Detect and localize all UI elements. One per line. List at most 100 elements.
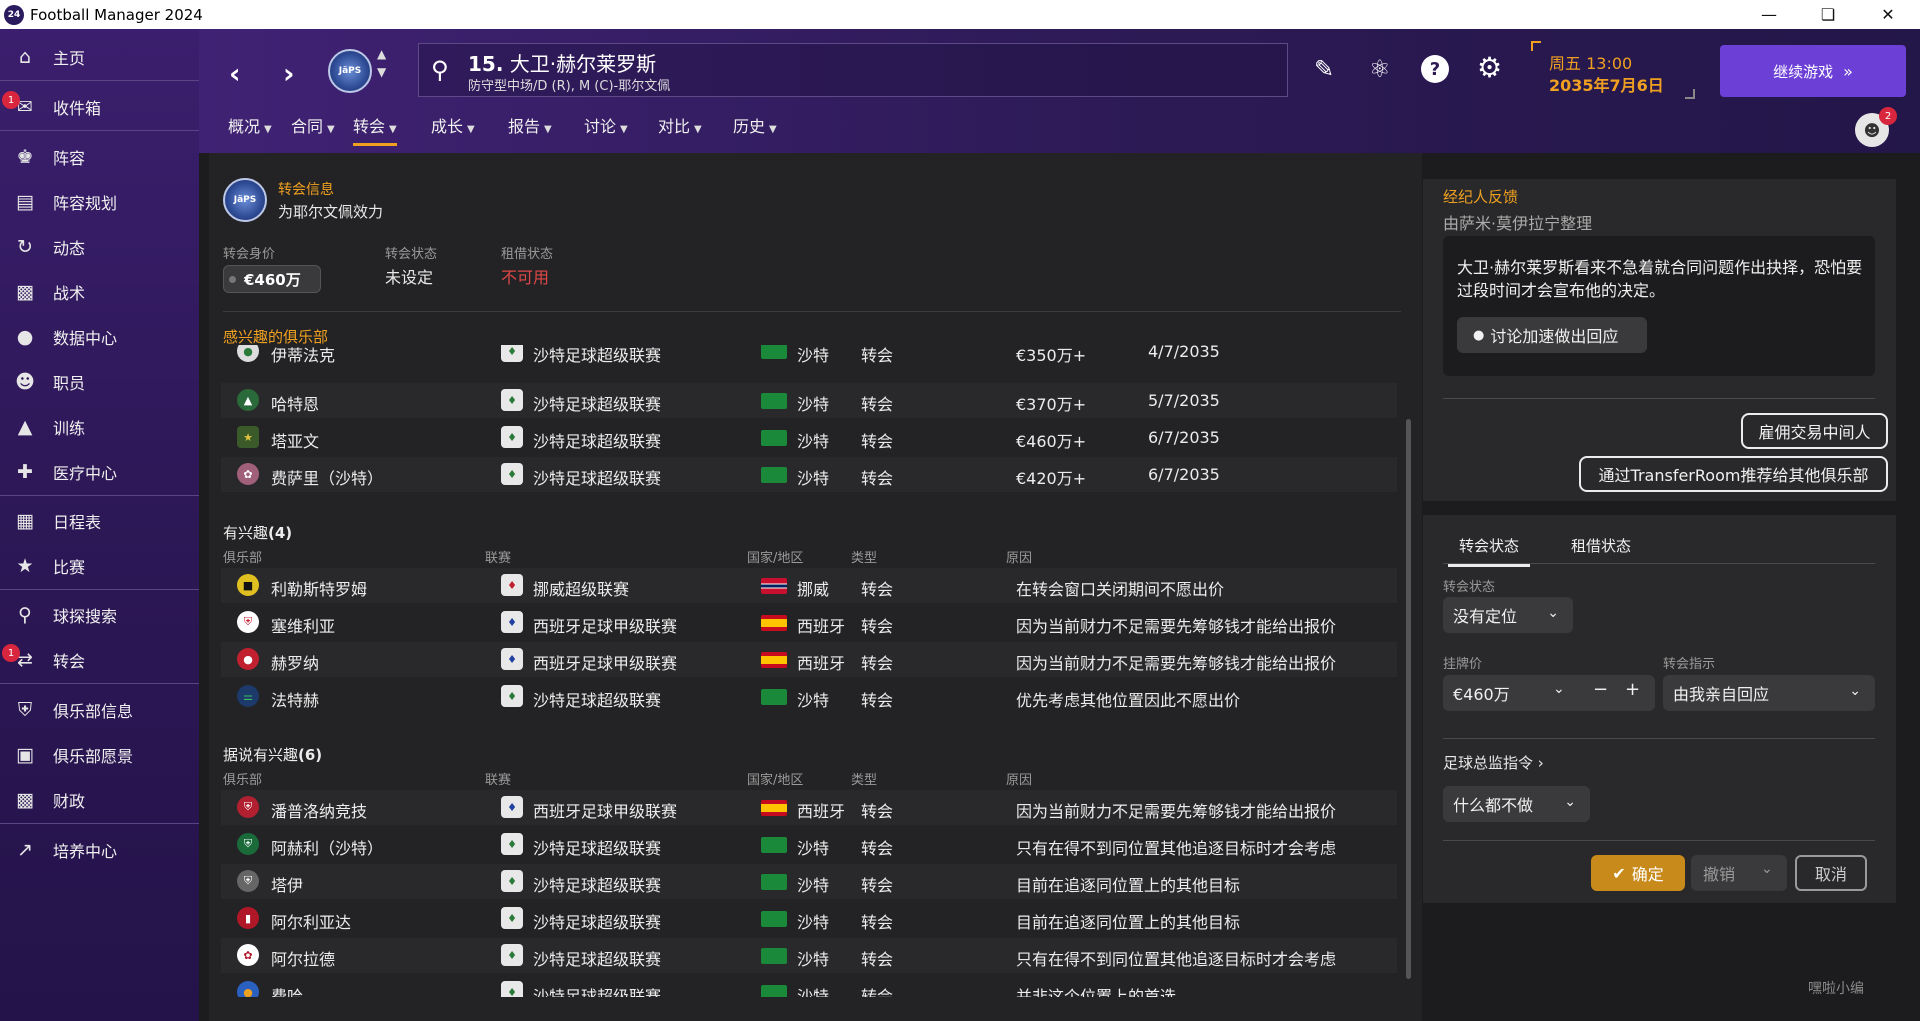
col-type[interactable]: 类型 [851, 769, 877, 788]
col-type[interactable]: 类型 [851, 547, 877, 566]
sidebar-item-staff[interactable]: ☻ 职员 [0, 362, 199, 402]
chevron-down-icon[interactable]: ⌄ [1761, 861, 1773, 877]
social-badge: 2 [1879, 107, 1897, 125]
table-row[interactable]: ⚌ 法特赫 ♦ 沙特足球超级联赛 沙特 转会 优先考虑其他位置因此不愿出价 [221, 679, 1397, 714]
sidebar-item-scouting[interactable]: ⚲ 球探搜索 [0, 595, 199, 635]
tab-development[interactable]: 成长 ▼ [431, 113, 475, 137]
sidebar-item-club-vision[interactable]: ▣ 俱乐部愿景 [0, 735, 199, 775]
forward-arrow-icon[interactable]: › [283, 57, 295, 90]
type: 转会 [861, 580, 894, 599]
tab-contract[interactable]: 合同 ▼ [291, 113, 335, 137]
sidebar-item-squad-planner[interactable]: ▤ 阵容规划 [0, 182, 199, 222]
sidebar-item-club-info[interactable]: ⛨ 俱乐部信息 [0, 690, 199, 730]
reason: 因为当前财力不足需要先筹够钱才能给出报价 [1016, 617, 1337, 636]
club-badge-icon: ✿ [237, 944, 259, 966]
tab-transfer[interactable]: 转会 ▼ [353, 113, 397, 146]
asking-price-label: 挂牌价 [1443, 657, 1483, 672]
table-row[interactable]: ● 赫罗纳 ♦ 西班牙足球甲级联赛 西班牙 转会 因为当前财力不足需要先筹够钱才… [221, 642, 1397, 677]
table-row[interactable]: ✿ 阿尔拉德 ♦ 沙特足球超级联赛 沙特 转会 只有在得不到同位置其他追逐目标时… [221, 938, 1397, 973]
col-league[interactable]: 联赛 [485, 547, 511, 566]
tab-discuss[interactable]: 讨论 ▼ [584, 113, 628, 137]
table-row[interactable]: ● 费哈 ♦ 沙特足球超级联赛 沙特 转会 并非这个位置上的首选 [221, 975, 1397, 997]
col-league[interactable]: 联赛 [485, 769, 511, 788]
search-icon[interactable]: ⚲ [431, 56, 449, 84]
asking-price-field[interactable]: €460万 ⌄ − + [1443, 675, 1655, 711]
flag-spain-icon [761, 615, 787, 631]
sidebar-item-medical[interactable]: ✚ 医疗中心 [0, 452, 199, 492]
date-display[interactable]: 周五 13:00 2035年7月6日 [1531, 41, 1695, 99]
sidebar-item-finances[interactable]: ▩ 财政 [0, 780, 199, 820]
tab-history[interactable]: 历史 ▼ [733, 113, 777, 137]
chevron-up-icon[interactable]: ▲ [377, 45, 386, 63]
tab-loan-status[interactable]: 租借状态 [1571, 535, 1631, 556]
col-country[interactable]: 国家/地区 [747, 769, 803, 788]
transfers-badge: 1 [2, 644, 20, 662]
table-row[interactable]: ▮ 阿尔利亚达 ♦ 沙特足球超级联赛 沙特 转会 目前在追逐同位置上的其他目标 [221, 901, 1397, 936]
table-row[interactable]: ⛨ 塞维利亚 ♦ 西班牙足球甲级联赛 西班牙 转会 因为当前财力不足需要先筹够钱… [221, 605, 1397, 640]
gear-icon[interactable]: ⚙ [1477, 51, 1502, 84]
chevron-down-icon[interactable]: ▼ [377, 63, 386, 81]
transferroom-button[interactable]: 通过TransferRoom推荐给其他俱乐部 [1579, 456, 1888, 492]
undo-button[interactable]: 撤销 ⌄ [1691, 855, 1787, 891]
tab-overview[interactable]: 概况 ▼ [228, 113, 272, 137]
sidebar-item-development[interactable]: ↗ 培养中心 [0, 830, 199, 870]
help-icon[interactable]: ? [1421, 55, 1449, 83]
sidebar-item-schedule[interactable]: ▦ 日程表 [0, 501, 199, 541]
director-dropdown[interactable]: 什么都不做 ⌄ [1443, 786, 1590, 822]
sidebar-item-data-hub[interactable]: ● 数据中心 [0, 317, 199, 357]
player-cycle-arrows[interactable]: ▲ ▼ [377, 45, 386, 81]
table-row[interactable]: ⛨ 阿赫利（沙特） ♦ 沙特足球超级联赛 沙特 转会 只有在得不到同位置其他追逐… [221, 827, 1397, 862]
player-search-box[interactable]: ⚲ 15. 大卫·赫尔莱罗斯 防守型中场/D (R), M (C)-耶尔文佩 [418, 43, 1288, 97]
sidebar-item-training[interactable]: ▲ 训练 [0, 407, 199, 447]
sidebar-item-squad[interactable]: ♚ 阵容 [0, 137, 199, 177]
col-reason[interactable]: 原因 [1006, 547, 1032, 566]
minus-icon[interactable]: − [1593, 679, 1608, 700]
sidebar-item-tactics[interactable]: ▩ 战术 [0, 272, 199, 312]
plus-icon[interactable]: + [1625, 679, 1640, 700]
sidebar-item-inbox[interactable]: 1 ✉ 收件箱 [0, 87, 199, 127]
sidebar-item-home[interactable]: ⌂ 主页 [0, 37, 199, 77]
col-club[interactable]: 俱乐部 [223, 769, 262, 788]
continue-button[interactable]: 继续游戏 » [1720, 45, 1906, 97]
type: 转会 [861, 432, 894, 451]
social-feed-button[interactable]: ☻ 2 [1855, 107, 1897, 147]
col-club[interactable]: 俱乐部 [223, 547, 262, 566]
restore-icon[interactable]: ❏ [1800, 0, 1856, 29]
col-reason[interactable]: 原因 [1006, 769, 1032, 788]
staff-icon: ☻ [15, 371, 35, 393]
transfer-info-title: 转会信息 [278, 182, 334, 198]
edit-pencil-icon[interactable]: ✎ [1314, 55, 1334, 83]
table-row[interactable]: ⛨ 塔伊 ♦ 沙特足球超级联赛 沙特 转会 目前在追逐同位置上的其他目标 [221, 864, 1397, 899]
table-row[interactable]: ■ 利勒斯特罗姆 ♦ 挪威超级联赛 挪威 转会 在转会窗口关闭期间不愿出价 [221, 568, 1397, 603]
double-chevron-icon: » [1843, 61, 1853, 81]
chevron-down-icon: ⌄ [1547, 605, 1559, 621]
minimize-icon[interactable]: — [1741, 0, 1797, 29]
instruction-dropdown[interactable]: 由我亲自回应 ⌄ [1663, 675, 1875, 711]
hire-intermediary-button[interactable]: 雇佣交易中间人 [1741, 413, 1888, 449]
tab-compare[interactable]: 对比 ▼ [658, 113, 702, 137]
tab-reports[interactable]: 报告 ▼ [508, 113, 552, 137]
confirm-button[interactable]: ✔ 确定 [1591, 855, 1685, 891]
table-row[interactable]: ✿ 费萨里（沙特） ♦ 沙特足球超级联赛 沙特 转会 €420万+ 6/7/20… [221, 457, 1397, 492]
back-arrow-icon[interactable]: ‹ [229, 57, 241, 90]
close-icon[interactable]: ✕ [1860, 0, 1916, 29]
sidebar-item-competitions[interactable]: ★ 比赛 [0, 546, 199, 586]
scrollbar[interactable] [1406, 419, 1411, 979]
table-row[interactable]: ▲ 哈特恩 ♦ 沙特足球超级联赛 沙特 转会 €370万+ 5/7/2035 [221, 383, 1397, 418]
cancel-button[interactable]: 取消 [1795, 855, 1867, 891]
player-position: 防守型中场/D (R), M (C)-耶尔文佩 [468, 79, 671, 94]
chevron-down-icon[interactable]: ⌄ [1553, 681, 1565, 697]
discuss-button[interactable]: ● 讨论加速做出回应 [1457, 317, 1647, 353]
club-name: 塞维利亚 [271, 617, 336, 636]
tactics-icon[interactable]: ⚛ [1369, 55, 1391, 83]
table-row[interactable]: ● 伊蒂法克 ♦ 沙特足球超级联赛 沙特 转会 €350万+ 4/7/2035 [221, 345, 1397, 367]
loan-label: 租借状态 [501, 247, 554, 262]
director-instruction-link[interactable]: 足球总监指令 › [1443, 752, 1544, 773]
col-country[interactable]: 国家/地区 [747, 547, 803, 566]
sidebar-item-transfers[interactable]: 1 ⇄ 转会 [0, 640, 199, 680]
table-row[interactable]: ★ 塔亚文 ♦ 沙特足球超级联赛 沙特 转会 €460万+ 6/7/2035 [221, 420, 1397, 455]
table-row[interactable]: ⛨ 潘普洛纳竞技 ♦ 西班牙足球甲级联赛 西班牙 转会 因为当前财力不足需要先筹… [221, 790, 1397, 825]
club-crest[interactable]: JäPS [328, 49, 372, 93]
sidebar-item-dynamics[interactable]: ↻ 动态 [0, 227, 199, 267]
transfer-status-dropdown[interactable]: 没有定位 ⌄ [1443, 597, 1573, 633]
